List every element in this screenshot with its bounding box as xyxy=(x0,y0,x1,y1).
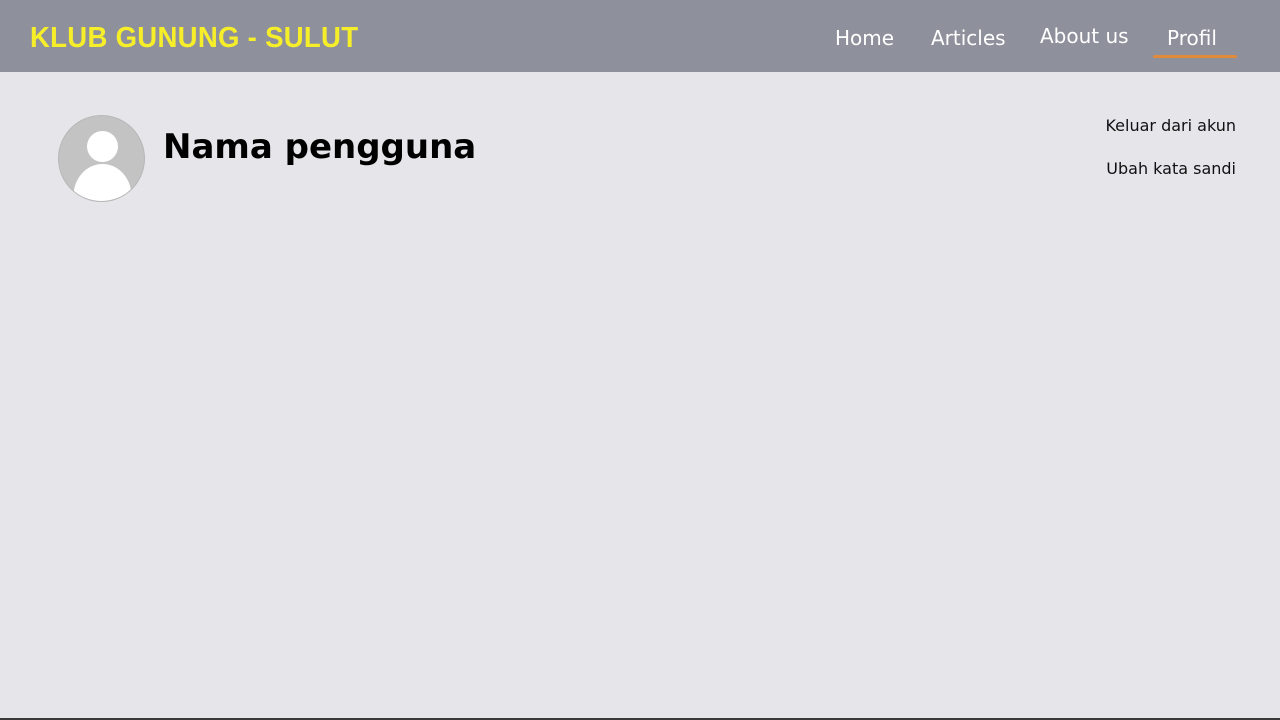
user-placeholder-icon xyxy=(73,131,132,201)
profile-username: Nama pengguna xyxy=(163,127,477,167)
change-password-link[interactable]: Ubah kata sandi xyxy=(1106,159,1236,179)
top-navbar: KLUB GUNUNG - SULUT Home Articles About … xyxy=(0,0,1280,72)
nav-link-about-us[interactable]: About us xyxy=(1040,24,1129,48)
nav-link-articles[interactable]: Articles xyxy=(931,26,1006,50)
avatar xyxy=(58,115,145,202)
nav-link-profil[interactable]: Profil xyxy=(1167,26,1217,50)
nav-link-home[interactable]: Home xyxy=(835,26,894,50)
logout-link[interactable]: Keluar dari akun xyxy=(1105,116,1236,136)
site-logo-text[interactable]: KLUB GUNUNG - SULUT xyxy=(30,18,358,58)
active-nav-indicator xyxy=(1153,55,1237,58)
